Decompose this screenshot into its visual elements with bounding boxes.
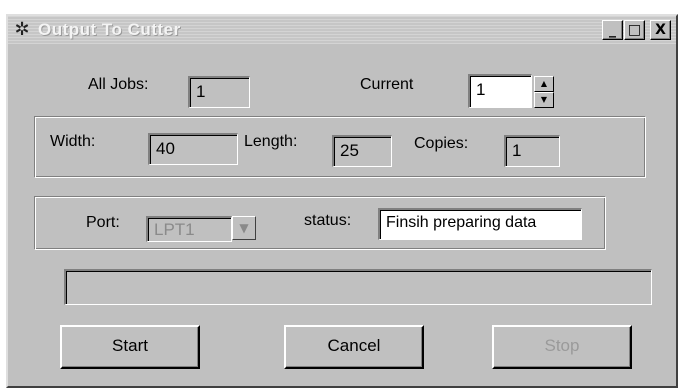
spin-down-button[interactable]: ▼ [534,92,554,108]
output-to-cutter-window: ✲ Output To Cutter _ □ X All Jobs: 1 Cur… [6,14,678,388]
width-field: 40 [148,133,238,165]
window-title: Output To Cutter [38,20,181,39]
title-bar[interactable]: ✲ Output To Cutter _ □ X [8,16,676,44]
all-jobs-label: All Jobs: [88,76,149,93]
minimize-button[interactable]: _ [602,20,623,40]
port-label: Port: [86,214,120,231]
maximize-button[interactable]: □ [624,20,645,40]
length-label: Length: [244,133,298,150]
close-button[interactable]: X [650,20,671,40]
spin-up-button[interactable]: ▲ [534,76,554,92]
width-label: Width: [50,133,96,150]
cutter-app-icon: ✲ [14,19,30,40]
all-jobs-field: 1 [188,76,250,108]
status-label: status: [304,212,352,229]
stop-button[interactable]: Stop [492,325,632,369]
port-select: LPT1 [146,216,232,242]
cancel-button[interactable]: Cancel [284,325,424,369]
current-job-input[interactable]: 1 [468,74,532,108]
progress-bar [64,269,652,305]
status-field: Finsih preparing data [378,208,582,240]
current-label: Current [360,76,414,93]
copies-label: Copies: [414,135,469,152]
port-dropdown-arrow-icon: ▼ [232,216,256,240]
length-field: 25 [332,135,392,167]
start-button[interactable]: Start [60,325,200,369]
copies-field: 1 [504,135,560,167]
